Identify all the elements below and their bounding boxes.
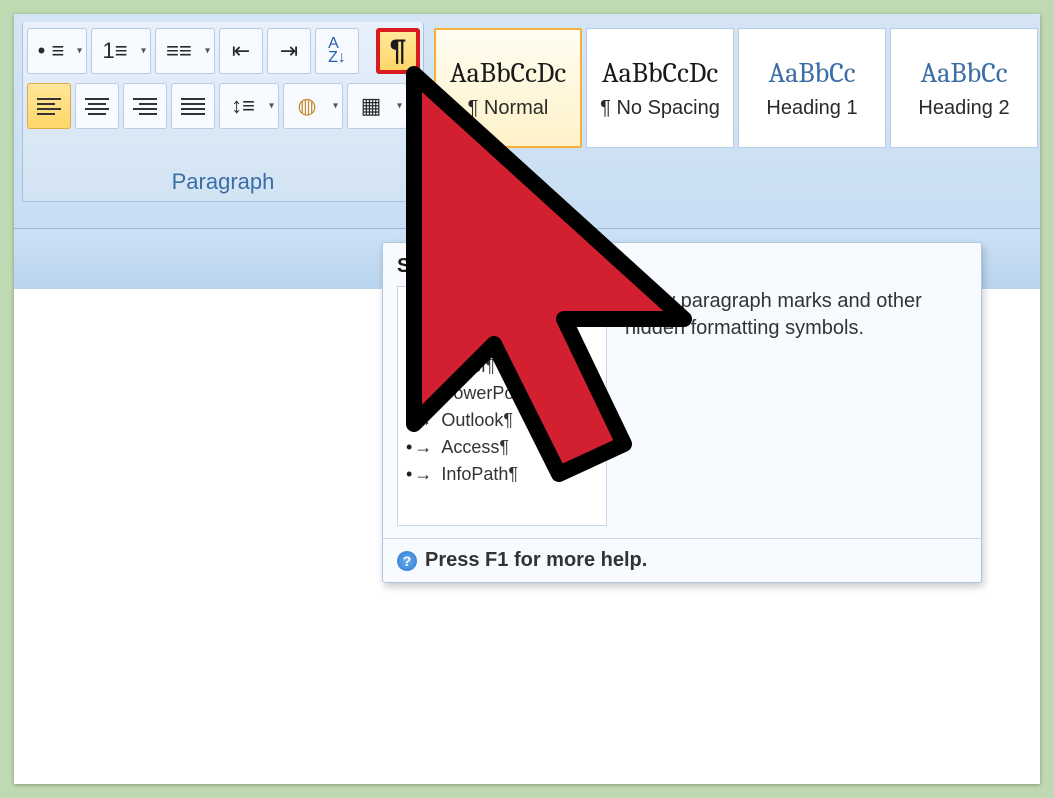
multilevel-icon: ≡≡: [166, 40, 192, 62]
bullets-icon: • ≡: [38, 40, 65, 62]
align-left-icon: [37, 98, 61, 115]
increase-indent-icon: ⇥: [280, 40, 298, 62]
thumb-item: Excel¶: [406, 353, 598, 380]
screen-tip-title: Show/Hide ¶: [383, 243, 981, 286]
style-card-2[interactable]: AaBbCc Heading 1: [738, 28, 886, 148]
help-icon: ?: [397, 551, 417, 571]
thumb-item: InfoPath¶: [406, 461, 598, 488]
thumb-item: Word¶: [406, 326, 598, 353]
sort-icon: AZ↓: [328, 37, 346, 66]
style-preview: AaBbCc: [768, 57, 855, 89]
screen-tip-footer-text: Press F1 for more help.: [425, 549, 647, 572]
multilevel-list-button[interactable]: ≡≡: [155, 28, 215, 74]
shading-button[interactable]: ◍: [283, 83, 343, 129]
paragraph-group: • ≡ 1≡ ≡≡ ⇤ ⇥ AZ↓: [22, 22, 424, 202]
align-right-button[interactable]: [123, 83, 167, 129]
style-preview: AaBbCcDc: [450, 57, 566, 89]
decrease-indent-icon: ⇤: [232, 40, 250, 62]
style-label: Heading 2: [918, 97, 1009, 120]
thumb-item: PowerPoint¶: [406, 380, 598, 407]
line-spacing-icon: ↕≡: [231, 95, 255, 117]
align-right-icon: [133, 98, 157, 115]
style-label: ¶ No Spacing: [600, 97, 720, 120]
line-spacing-button[interactable]: ↕≡: [219, 83, 279, 129]
thumb-item: Outlook¶: [406, 407, 598, 434]
align-left-button[interactable]: [27, 83, 71, 129]
thumb-item: Access¶: [406, 434, 598, 461]
ribbon: • ≡ 1≡ ≡≡ ⇤ ⇥ AZ↓: [14, 14, 1040, 229]
numbering-icon: 1≡: [102, 40, 127, 62]
increase-indent-button[interactable]: ⇥: [267, 28, 311, 74]
style-label: Heading 1: [766, 97, 857, 120]
pilcrow-icon: ¶: [390, 34, 407, 68]
shading-icon: ◍: [297, 95, 316, 117]
screen-tip-thumbnail: Microsoft·Office¶ Word¶Excel¶PowerPoint¶…: [397, 286, 607, 526]
screen-tip: Show/Hide ¶ Microsoft·Office¶ Word¶Excel…: [382, 242, 982, 583]
screen-tip-footer: ? Press F1 for more help.: [383, 538, 981, 582]
show-hide-pilcrow-button[interactable]: ¶: [376, 28, 420, 74]
sort-button[interactable]: AZ↓: [315, 28, 359, 74]
screen-tip-description: Show paragraph marks and other hidden fo…: [625, 286, 967, 526]
styles-gallery[interactable]: AaBbCcDc¶ NormalAaBbCcDc¶ No SpacingAaBb…: [434, 28, 1038, 148]
borders-icon: ▦: [361, 95, 382, 117]
justify-button[interactable]: [171, 83, 215, 129]
borders-button[interactable]: ▦: [347, 83, 407, 129]
style-preview: AaBbCcDc: [602, 57, 718, 89]
align-center-icon: [85, 98, 109, 115]
paragraph-group-label: Paragraph: [23, 169, 423, 195]
style-card-0[interactable]: AaBbCcDc ¶ Normal: [434, 28, 582, 148]
app-frame: • ≡ 1≡ ≡≡ ⇤ ⇥ AZ↓: [14, 14, 1040, 784]
align-center-button[interactable]: [75, 83, 119, 129]
bullets-button[interactable]: • ≡: [27, 28, 87, 74]
justify-icon: [181, 98, 205, 115]
style-card-1[interactable]: AaBbCcDc ¶ No Spacing: [586, 28, 734, 148]
numbering-button[interactable]: 1≡: [91, 28, 151, 74]
style-label: ¶ Normal: [468, 97, 549, 120]
thumb-header: Microsoft·Office¶: [406, 295, 598, 322]
style-card-3[interactable]: AaBbCc Heading 2: [890, 28, 1038, 148]
style-preview: AaBbCc: [920, 57, 1007, 89]
decrease-indent-button[interactable]: ⇤: [219, 28, 263, 74]
